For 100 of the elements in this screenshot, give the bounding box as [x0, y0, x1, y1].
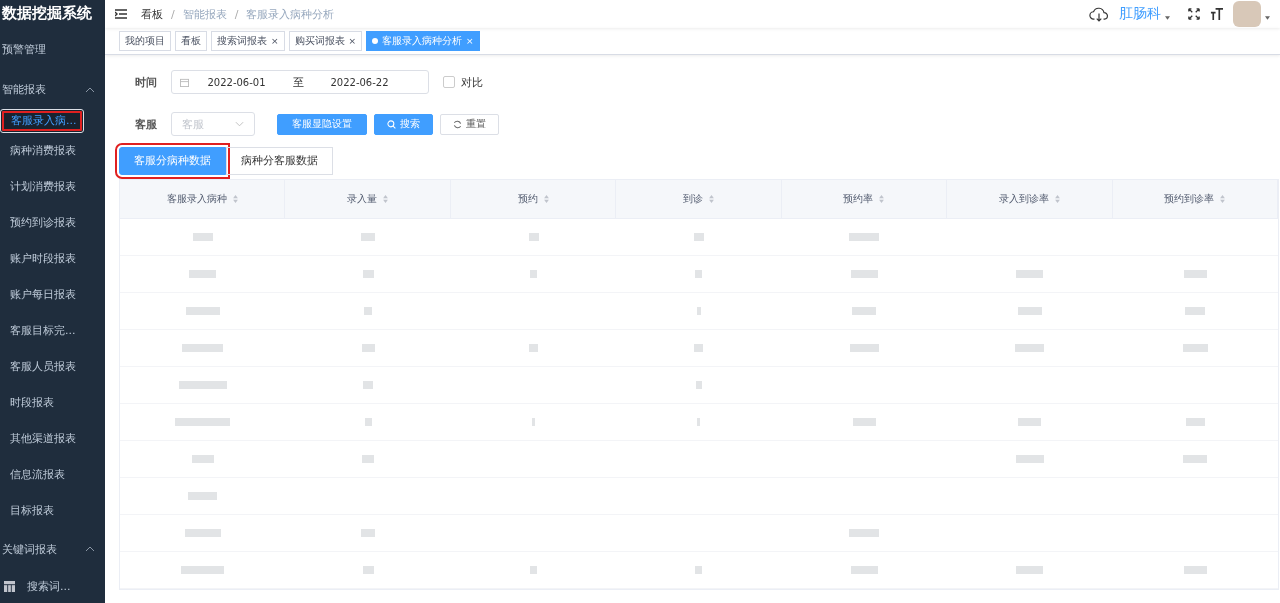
pixelated-text — [361, 233, 376, 241]
pixelated-text — [185, 307, 220, 315]
field-label: 时间 — [134, 74, 158, 90]
sort-icon[interactable] — [543, 195, 549, 203]
view-tab[interactable]: 病种分客服数据 — [226, 147, 333, 175]
checkbox[interactable] — [443, 76, 455, 88]
pixelated-text — [175, 418, 231, 426]
field-label: 客服 — [134, 116, 158, 132]
column-header[interactable]: 录入量 — [285, 180, 451, 218]
caret-icon — [1165, 16, 1170, 20]
pixelated-text — [1183, 270, 1207, 278]
menu-icon[interactable] — [115, 9, 127, 19]
sidebar-group[interactable]: 关键词报表 — [0, 529, 105, 570]
cloud-download-icon[interactable] — [1089, 6, 1109, 22]
sort-icon[interactable] — [708, 195, 714, 203]
page-tab[interactable]: 看板 — [175, 31, 207, 51]
app-title: 数据挖掘系统 — [1, 3, 93, 24]
pixelated-text — [694, 344, 704, 352]
pixelated-text — [362, 270, 374, 278]
start-date: 2022-06-01 — [206, 76, 267, 88]
close-icon[interactable]: × — [348, 36, 357, 46]
sort-icon[interactable] — [1054, 195, 1060, 203]
column-header[interactable]: 客服录入病种 — [120, 180, 286, 218]
pixelated-text — [361, 529, 376, 537]
fullscreen-icon[interactable] — [1188, 8, 1200, 20]
breadcrumb-separator: / — [234, 7, 239, 21]
column-title: 到诊 — [682, 192, 703, 206]
breadcrumb-item[interactable]: 看板 — [141, 6, 163, 22]
sidebar-group-label: 关键词报表 — [2, 541, 58, 557]
sidebar-group-label: 智能报表 — [2, 82, 47, 97]
table-icon — [4, 580, 15, 592]
pixelated-text — [528, 233, 539, 241]
breadcrumb-separator: / — [171, 7, 175, 21]
tab-label: 我的项目 — [125, 34, 165, 48]
date-range-field[interactable]: 2022-06-01 至 2022-06-22 — [171, 70, 429, 94]
pixelated-text — [695, 381, 702, 389]
sort-icon[interactable] — [1220, 195, 1226, 203]
font-size-icon[interactable] — [1210, 7, 1223, 21]
pixelated-text — [192, 233, 213, 241]
pixelated-text — [529, 344, 539, 352]
sort-icon[interactable] — [232, 195, 238, 203]
tab-label: 客服录入病种分析 — [382, 34, 463, 48]
pixelated-text — [1016, 270, 1044, 278]
pixelated-text — [364, 307, 373, 315]
pixelated-text — [188, 492, 218, 500]
page-tab[interactable]: 购买词报表 × — [288, 31, 363, 51]
pixelated-text — [530, 270, 538, 278]
pixelated-text — [181, 566, 225, 574]
end-date: 2022-06-22 — [329, 76, 390, 88]
sidebar-item[interactable]: 客服录入病... — [0, 109, 84, 134]
checkbox-label: 对比 — [461, 74, 483, 90]
pixelated-text — [852, 307, 877, 315]
pixelated-text — [178, 381, 227, 389]
pixelated-text — [849, 344, 879, 352]
pixelated-text — [1185, 307, 1206, 315]
pixelated-text — [1018, 418, 1042, 426]
column-header[interactable]: 录入到诊率 — [947, 180, 1113, 218]
pixelated-text — [849, 529, 880, 537]
chevron-down-icon — [235, 121, 244, 127]
pixelated-text — [1183, 455, 1208, 463]
pixelated-text — [852, 418, 876, 426]
avatar[interactable] — [1233, 1, 1261, 27]
column-title: 客服录入病种 — [166, 192, 227, 206]
close-icon[interactable]: × — [271, 36, 279, 46]
sort-icon[interactable] — [383, 195, 389, 203]
pixelated-text — [361, 344, 375, 352]
pixelated-text — [1182, 344, 1208, 352]
tab-label: 看板 — [181, 34, 201, 48]
pixelated-text — [850, 566, 878, 574]
pixelated-text — [1185, 418, 1205, 426]
column-header[interactable]: 到诊 — [616, 180, 782, 218]
pixelated-text — [530, 566, 538, 574]
caret-icon — [1265, 16, 1270, 20]
page-tab[interactable]: 我的项目 — [119, 31, 171, 51]
sidebar-group[interactable]: 智能报表 — [0, 69, 105, 110]
column-header[interactable]: 预约到诊率 — [1112, 180, 1278, 218]
range-separator: 至 — [291, 74, 305, 90]
tab-label: 购买词报表 — [294, 34, 345, 48]
column-header[interactable]: 预约率 — [781, 180, 948, 218]
sidebar-group[interactable]: 搜索词... — [0, 569, 105, 603]
pixelated-text — [364, 418, 372, 426]
refresh-icon — [453, 119, 462, 129]
reset-button[interactable]: 重置 — [440, 113, 499, 135]
pixelated-text — [191, 455, 214, 463]
pixelated-text — [184, 529, 221, 537]
pixelated-text — [1015, 344, 1045, 352]
sort-icon[interactable] — [879, 195, 885, 203]
pixelated-text — [1183, 566, 1207, 574]
active-dot-icon — [372, 38, 379, 44]
pixelated-text — [695, 270, 703, 278]
tab-label: 搜索词报表 — [217, 34, 267, 48]
pixelated-text — [1017, 307, 1042, 315]
sidebar-group-label: 预警管理 — [2, 42, 47, 58]
calendar-icon — [180, 77, 189, 87]
sidebar-group-label: 搜索词... — [27, 578, 72, 594]
pixelated-text — [850, 270, 878, 278]
pixelated-text — [693, 233, 704, 241]
column-header[interactable]: 预约 — [450, 180, 617, 218]
page-tab[interactable]: 搜索词报表 × — [211, 31, 285, 51]
sidebar-group[interactable]: 预警管理 — [0, 29, 105, 70]
